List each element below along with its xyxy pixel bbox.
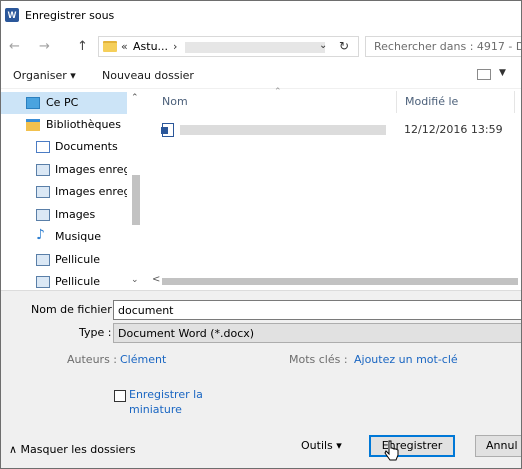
sidebar-item-label: Documents (55, 140, 118, 153)
images-icon (36, 164, 50, 176)
sidebar-item-images-enregis-1[interactable]: Images enregis (1, 159, 139, 181)
chevron-down-icon[interactable]: ▼ (499, 68, 506, 78)
filename-label: Nom de fichier : (31, 303, 119, 316)
word-icon: W (5, 8, 19, 22)
column-divider[interactable] (396, 91, 397, 113)
back-arrow-icon[interactable]: ← (9, 39, 20, 54)
save-thumbnail-label-line1: Enregistrer la (129, 388, 203, 401)
sort-indicator-icon: ⌃ (274, 87, 282, 97)
file-modified-date: 12/12/2016 13:59 (404, 123, 503, 136)
search-input[interactable]: Rechercher dans : 4917 - Désa (365, 36, 521, 57)
word-document-icon (161, 123, 174, 137)
sidebar-item-pellicule-1[interactable]: Pellicule (1, 249, 127, 271)
sidebar-item-libraries[interactable]: Bibliothèques (1, 114, 127, 136)
sidebar-item-label: Pellicule (55, 253, 101, 266)
breadcrumb-separator[interactable]: › (173, 40, 177, 53)
authors-label: Auteurs : (67, 353, 118, 366)
scroll-left-icon[interactable]: < (152, 274, 160, 285)
sidebar-item-images[interactable]: Images (1, 204, 127, 226)
address-prefix: « (121, 40, 128, 53)
title-bar: W Enregistrer sous (1, 1, 521, 31)
tags-label: Mots clés : (289, 353, 348, 366)
file-list: Nom ⌃ Modifié le 12/12/2016 13:59 (146, 87, 521, 274)
authors-field[interactable]: Clément (120, 353, 166, 366)
column-divider[interactable] (514, 91, 515, 113)
sidebar-item-pellicule-2[interactable]: Pellicule (1, 271, 127, 289)
table-row[interactable]: 12/12/2016 13:59 (154, 119, 514, 141)
images-icon (36, 209, 50, 221)
scroll-up-icon[interactable]: ⌃ (131, 93, 139, 103)
sidebar-item-label: Bibliothèques (46, 118, 121, 131)
forward-arrow-icon[interactable]: → (39, 39, 50, 54)
sidebar-item-documents[interactable]: Documents (1, 136, 127, 158)
documents-icon (36, 141, 50, 153)
sidebar-item-label: Pellicule (55, 275, 101, 288)
column-header-name[interactable]: Nom (162, 95, 188, 108)
save-thumbnail-label-line2: miniature (129, 403, 182, 416)
organize-button[interactable]: Organiser ▾ (13, 69, 76, 82)
window-title: Enregistrer sous (25, 9, 115, 22)
file-type-select[interactable]: Document Word (*.docx) (113, 323, 521, 343)
toolbar: Organiser ▾ Nouveau dossier ▼ (1, 63, 521, 89)
hide-folders-toggle[interactable]: ∧ Masquer les dossiers (9, 443, 136, 456)
sidebar-item-music[interactable]: Musique (1, 226, 127, 248)
sidebar-item-label: Images (55, 208, 96, 221)
up-arrow-icon[interactable]: ↑ (77, 39, 88, 54)
navigation-pane: Ce PC Bibliothèques Documents Images enr… (1, 89, 145, 289)
scrollbar-thumb[interactable] (132, 175, 140, 225)
library-icon (26, 119, 40, 131)
pc-icon (26, 97, 40, 109)
sidebar-item-label: Ce PC (46, 96, 79, 109)
sidebar-item-images-enregis-2[interactable]: Images enregis (1, 181, 139, 203)
refresh-icon[interactable]: ↻ (339, 39, 349, 53)
tags-field[interactable]: Ajoutez un mot-clé (354, 353, 458, 366)
type-label: Type : (79, 326, 112, 339)
redacted-path (185, 42, 325, 53)
tools-dropdown[interactable]: Outils ▾ (301, 439, 342, 452)
chevron-down-icon[interactable]: ⌄ (319, 40, 327, 51)
navigation-scrollbar[interactable]: ⌃ ⌄ (127, 89, 145, 289)
save-thumbnail-checkbox[interactable] (114, 390, 126, 402)
scroll-down-icon[interactable]: ⌄ (131, 275, 139, 285)
images-icon (36, 276, 50, 288)
new-folder-button[interactable]: Nouveau dossier (102, 69, 194, 82)
mouse-cursor-icon (384, 440, 399, 461)
column-header-modified[interactable]: Modifié le (405, 95, 458, 108)
cancel-button[interactable]: Annul (475, 435, 521, 457)
search-placeholder: Rechercher dans : 4917 - Désa (374, 40, 521, 53)
view-options-icon[interactable] (477, 69, 491, 80)
horizontal-scrollbar[interactable]: < (146, 273, 521, 289)
scrollbar-thumb[interactable] (162, 278, 518, 285)
folder-icon (103, 41, 117, 52)
music-icon (36, 227, 50, 243)
redacted-filename (180, 125, 386, 135)
save-as-dialog: W Enregistrer sous ← → ↑ « Astu... › ⌄ ↻… (0, 0, 522, 469)
navigation-bar: ← → ↑ « Astu... › ⌄ ↻ Rechercher dans : … (1, 31, 521, 61)
save-thumbnail-label[interactable]: Enregistrer la miniature (129, 387, 203, 417)
breadcrumb[interactable]: Astu... (133, 40, 168, 53)
address-bar[interactable]: « Astu... › ⌄ ↻ (98, 36, 359, 57)
images-icon (36, 186, 50, 198)
images-icon (36, 254, 50, 266)
save-button[interactable]: Enregistrer (369, 435, 455, 457)
sidebar-item-label: Musique (55, 230, 101, 243)
save-options-panel: Nom de fichier : Type : Document Word (*… (1, 290, 521, 468)
sidebar-item-this-pc[interactable]: Ce PC (1, 92, 127, 114)
filename-field[interactable] (113, 300, 521, 320)
